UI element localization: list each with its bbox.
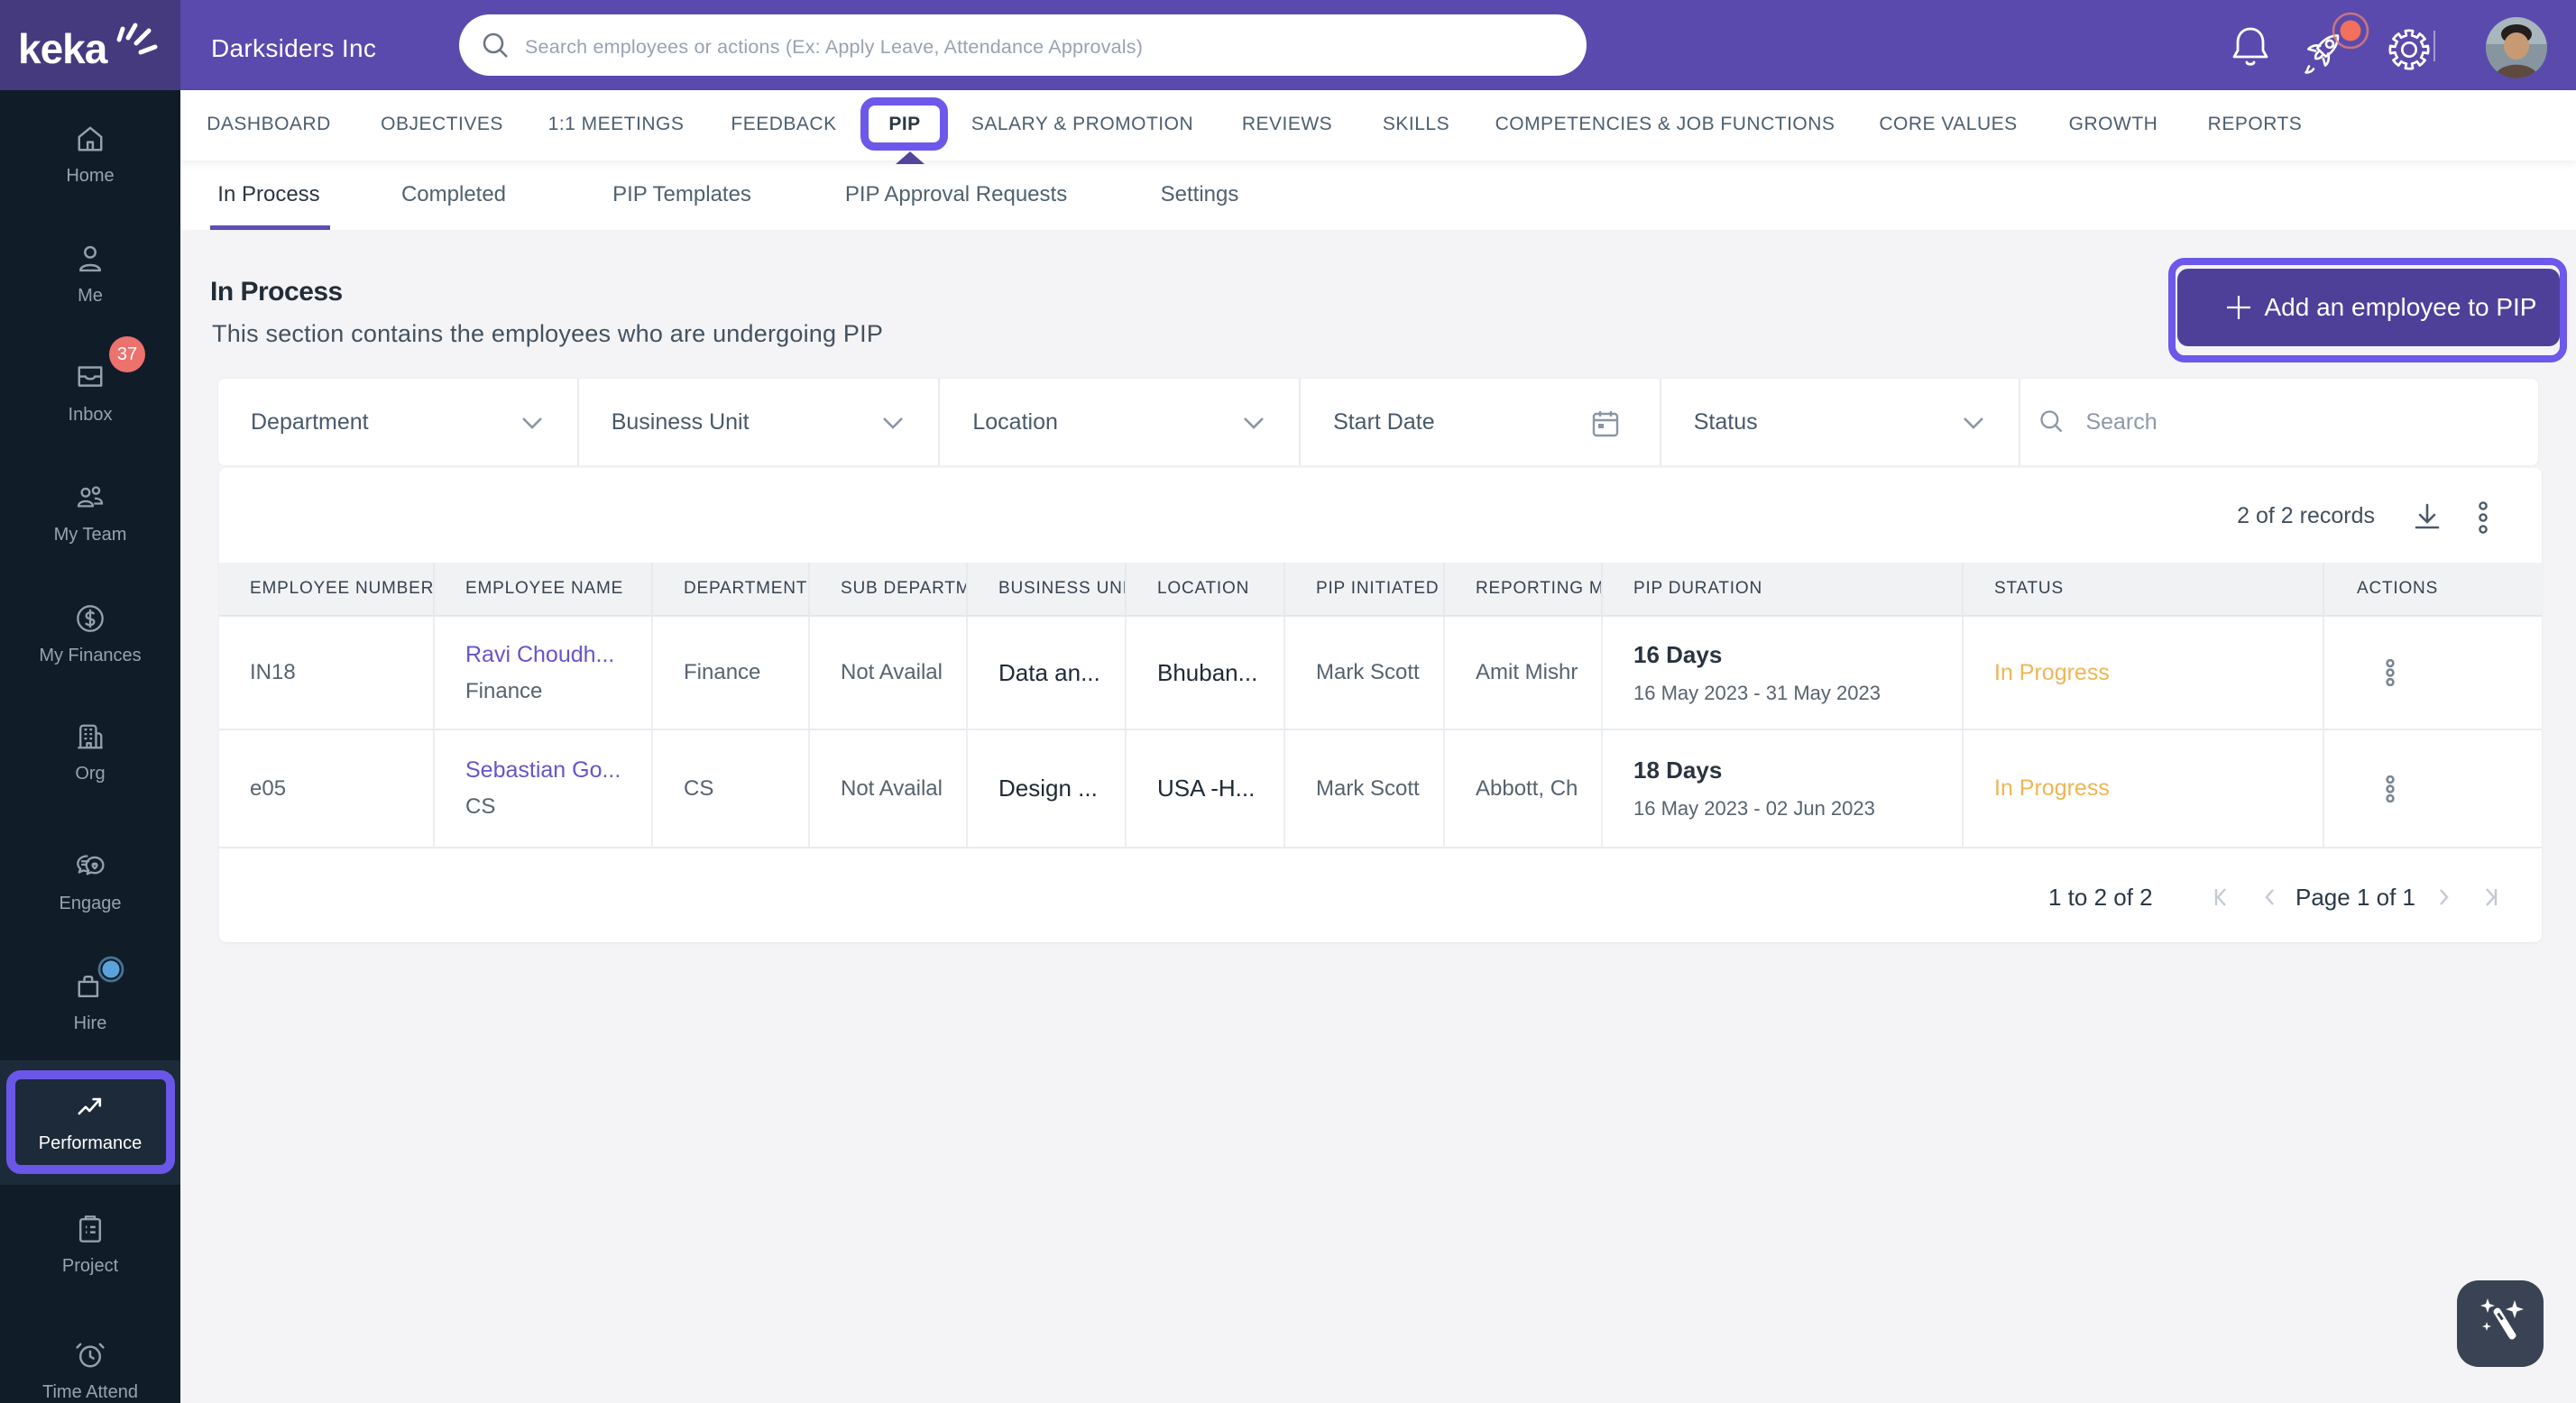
svg-text:keka: keka bbox=[18, 25, 108, 72]
